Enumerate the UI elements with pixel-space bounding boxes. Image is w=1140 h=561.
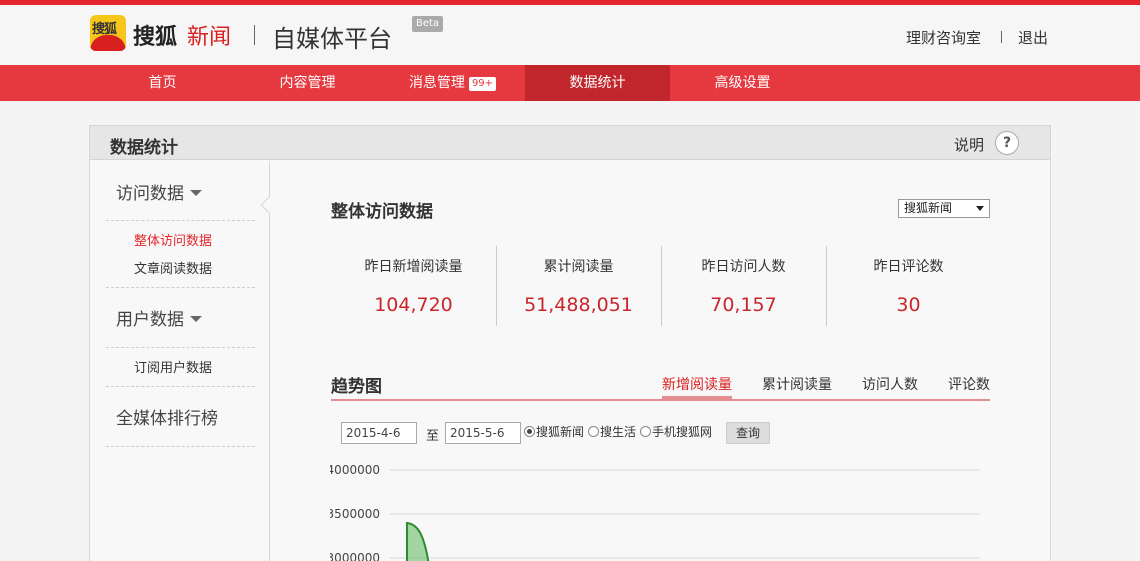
sidebar-group-users[interactable]: 用户数据 [116, 305, 202, 330]
header-divider [1001, 31, 1002, 43]
header: 搜狐 搜狐 新闻 自媒体平台 Beta 理财咨询室 退出 [0, 5, 1140, 65]
radio-unchecked-icon [588, 426, 599, 437]
tab-visitors[interactable]: 访问人数 [862, 374, 918, 394]
query-button[interactable]: 查询 [726, 422, 770, 444]
sidebar-group-users-label: 用户数据 [116, 310, 184, 330]
radio-label: 搜狐新闻 [536, 425, 585, 439]
dropdown-arrow-icon [976, 206, 984, 211]
stat-label: 累计阅读量 [543, 259, 614, 275]
overview-title: 整体访问数据 [331, 202, 433, 222]
help-label[interactable]: 说明 [954, 134, 984, 155]
nav-content-label: 内容管理 [279, 75, 336, 91]
radio-unchecked-icon [640, 426, 651, 437]
radio-mobile-sohu[interactable]: 手机搜狐网 [640, 423, 712, 440]
date-to-label: 至 [426, 429, 440, 444]
radio-label: 搜生活 [600, 425, 637, 439]
stats-sidebar: 访问数据 整体访问数据 文章阅读数据 用户数据 订阅用户数据 全媒体排行榜 [90, 161, 270, 561]
beta-badge: Beta [412, 16, 444, 32]
radio-sohu-news[interactable]: 搜狐新闻 [524, 423, 584, 440]
stat-comments: 昨日评论数 30 [826, 246, 991, 326]
trend-title: 趋势图 [331, 377, 382, 397]
logout-link[interactable]: 退出 [1018, 27, 1048, 48]
brand-divider [254, 25, 255, 45]
nav-settings-label: 高级设置 [714, 75, 771, 91]
sidebar-group-visits-label: 访问数据 [116, 184, 184, 204]
sidebar-divider [106, 220, 255, 221]
nav-messages[interactable]: 消息管理 99+ [380, 65, 525, 101]
logo-swoosh [90, 35, 126, 51]
sidebar-divider [106, 446, 255, 447]
tab-comments[interactable]: 评论数 [948, 374, 990, 394]
sidebar-divider [106, 386, 255, 387]
consult-link[interactable]: 理财咨询室 [906, 27, 981, 48]
stat-label: 昨日评论数 [873, 259, 944, 275]
stat-new-reads: 昨日新增阅读量 104,720 [331, 246, 496, 326]
date-from-input[interactable]: 2015-4-6 [341, 422, 417, 444]
stat-value: 104,720 [374, 294, 453, 316]
tab-total-reads[interactable]: 累计阅读量 [762, 374, 832, 394]
nav-home-label: 首页 [148, 75, 177, 91]
nav-content[interactable]: 内容管理 [235, 65, 380, 101]
sohu-logo[interactable]: 搜狐 [90, 15, 126, 51]
panel-header: 数据统计 说明 ? [90, 126, 1050, 160]
nav-settings[interactable]: 高级设置 [670, 65, 815, 101]
trend-chart: 4000000 3500000 3000000 [330, 463, 980, 561]
source-select[interactable]: 搜狐新闻 [898, 199, 990, 218]
caret-down-icon [190, 190, 202, 196]
y-tick-label: 3500000 [330, 507, 380, 521]
help-icon[interactable]: ? [995, 131, 1019, 155]
nav-messages-label: 消息管理 [408, 75, 465, 91]
brand-name: 搜狐 [133, 25, 178, 50]
stat-value: 30 [896, 294, 921, 316]
radio-sohu-life[interactable]: 搜生活 [588, 423, 636, 440]
radio-checked-icon [524, 426, 535, 437]
platform-title: 自媒体平台 [272, 25, 392, 53]
date-to-input[interactable]: 2015-5-6 [445, 422, 521, 444]
tab-baseline [331, 399, 990, 401]
stat-value: 70,157 [710, 294, 777, 316]
series-area [406, 521, 430, 561]
sidebar-divider [106, 347, 255, 348]
sidebar-item-media-ranking[interactable]: 全媒体排行榜 [116, 404, 218, 429]
main-nav: 首页 内容管理 消息管理 99+ 数据统计 高级设置 [0, 65, 1140, 101]
source-select-value: 搜狐新闻 [904, 201, 953, 215]
tab-active-underline [662, 396, 732, 399]
stat-label: 昨日新增阅读量 [364, 259, 463, 275]
stat-visitors: 昨日访问人数 70,157 [661, 246, 826, 326]
nav-statistics-label: 数据统计 [569, 75, 626, 91]
radio-label: 手机搜狐网 [652, 425, 713, 439]
nav-home[interactable]: 首页 [90, 65, 235, 101]
message-count-badge: 99+ [468, 77, 497, 91]
y-tick-label: 4000000 [330, 463, 380, 477]
sidebar-item-subscribers[interactable]: 订阅用户数据 [134, 357, 212, 376]
sidebar-item-article-reads[interactable]: 文章阅读数据 [134, 258, 212, 277]
caret-down-icon [190, 316, 202, 322]
tab-new-reads[interactable]: 新增阅读量 [662, 374, 732, 394]
panel-title: 数据统计 [110, 138, 178, 158]
stat-value: 51,488,051 [524, 294, 633, 316]
stat-total-reads: 累计阅读量 51,488,051 [496, 246, 661, 326]
sidebar-divider [106, 287, 255, 288]
stat-label: 昨日访问人数 [701, 259, 786, 275]
sidebar-item-overall-visits[interactable]: 整体访问数据 [134, 230, 212, 249]
nav-statistics[interactable]: 数据统计 [525, 65, 670, 101]
sidebar-group-visits[interactable]: 访问数据 [116, 179, 202, 204]
y-tick-label: 3000000 [330, 551, 380, 561]
brand-news: 新闻 [187, 25, 232, 50]
statistics-panel: 数据统计 说明 ? 访问数据 整体访问数据 文章阅读数据 用户数据 订阅用户数据… [89, 125, 1051, 561]
